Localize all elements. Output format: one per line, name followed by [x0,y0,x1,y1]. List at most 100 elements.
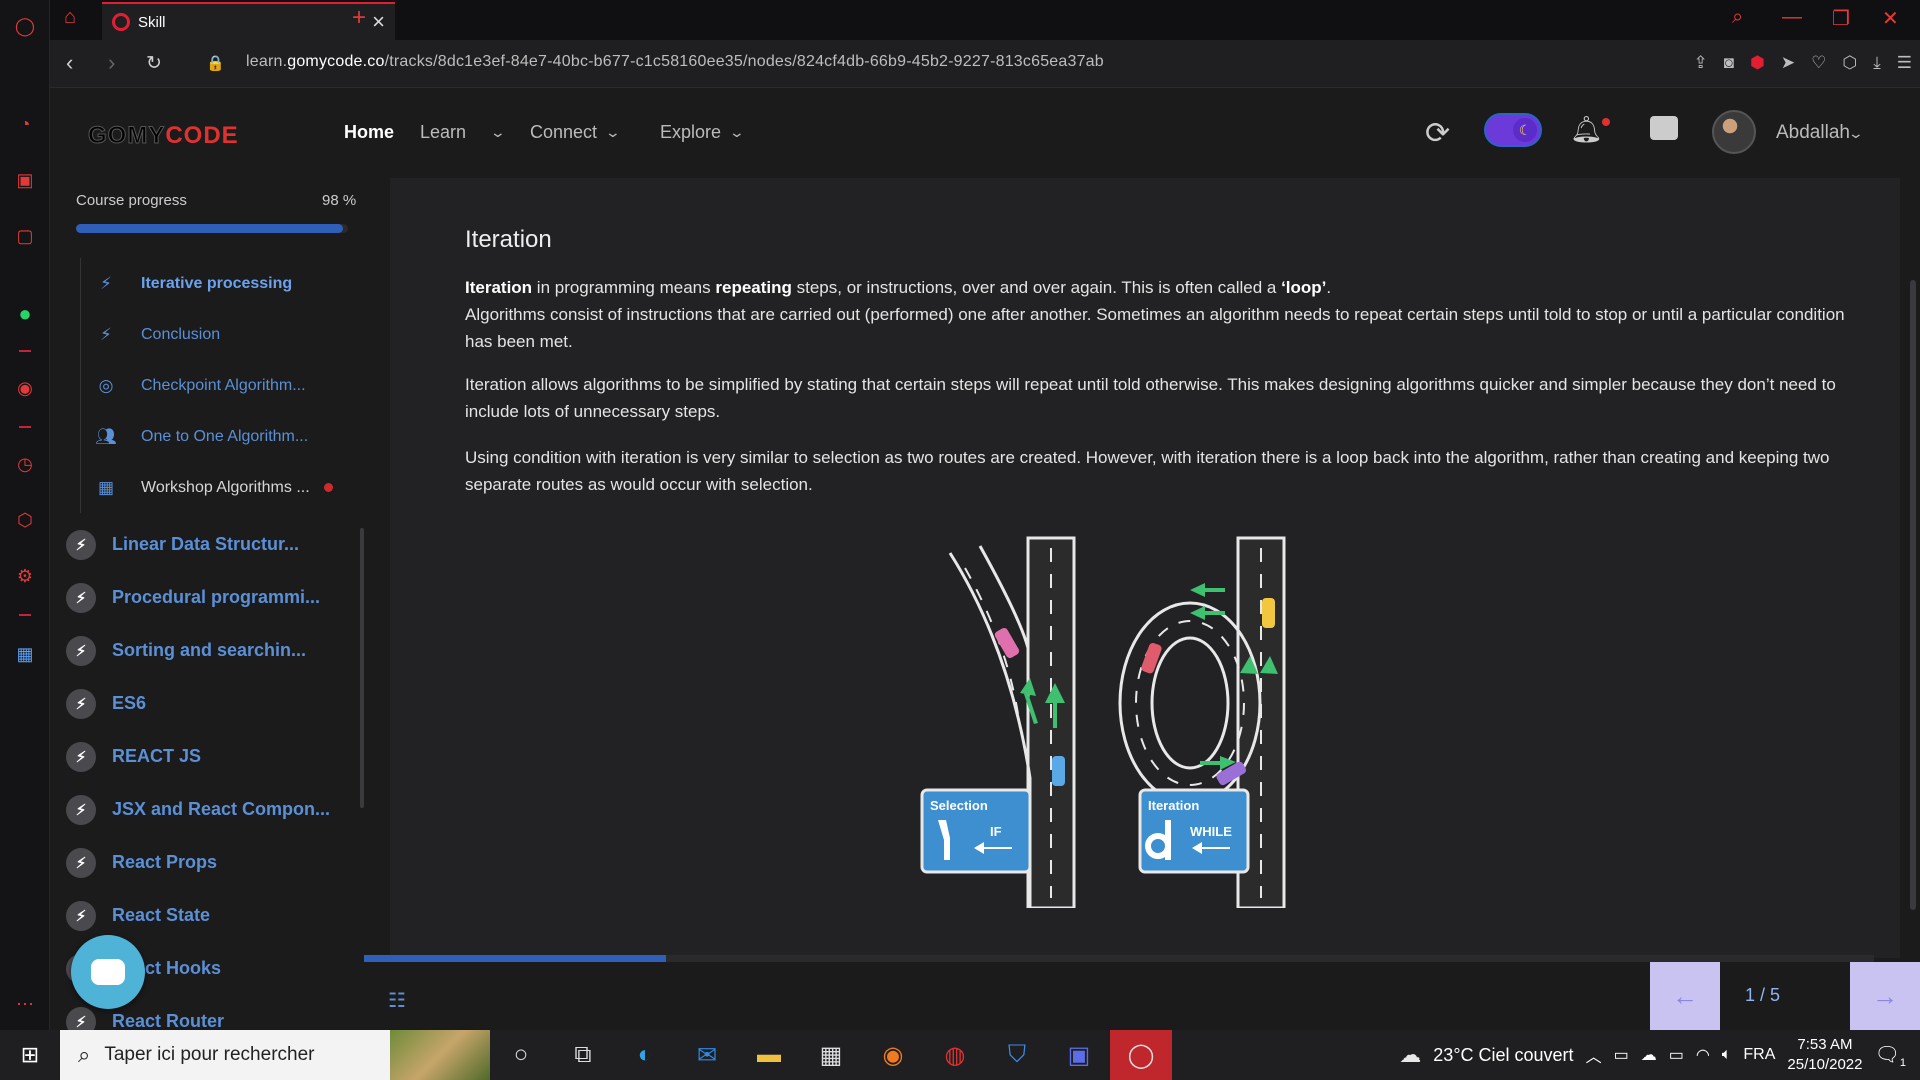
logo-main-text: GOMY [87,122,166,150]
store-icon[interactable]: ▦ [800,1030,862,1080]
module-item[interactable]: ⚡︎ Linear Data Structur... [66,518,356,571]
task-view-icon[interactable]: ⧉ [552,1030,614,1080]
downloads-icon[interactable]: ⤓ [1873,53,1881,73]
lesson-item-iterative-processing[interactable]: ⚡︎ Iterative processing [81,258,350,309]
nav-explore[interactable]: Explore ⌄ [660,122,746,143]
bolt-icon: ⚡︎ [66,1006,96,1030]
selection-sign: Selection IF [920,788,1032,874]
module-item[interactable]: ⚡︎ ES6 [66,677,356,730]
opera-taskbar-icon[interactable]: ◯ [1110,1030,1172,1080]
selection-sign-title: Selection [930,798,988,813]
user-menu[interactable]: Abdallah⌄ [1776,122,1864,144]
moon-icon: ☾ [1513,118,1537,142]
nav-explore-label: Explore [660,122,722,142]
share-icon[interactable]: ⇪ [1694,53,1708,73]
bookmark-heart-icon[interactable]: ♡ [1811,53,1826,73]
wifi-icon[interactable]: ◠ [1696,1045,1710,1065]
text: Algorithms consist of instructions that … [465,305,1845,351]
briefcase-icon[interactable]: ▣ [13,168,37,192]
forward-icon[interactable]: › [108,50,115,76]
nav-home[interactable]: Home [344,122,394,143]
player-icon[interactable]: ◉ [13,376,37,400]
lesson-item-one-to-one[interactable]: 👥︎ One to One Algorithm... [81,411,350,462]
volume-icon[interactable]: 🔈︎ [1722,1046,1732,1064]
language-indicator[interactable]: FRA [1743,1046,1775,1064]
notification-center-icon[interactable]: 🗨︎1 [1874,1042,1906,1069]
module-item[interactable]: ⚡︎ Sorting and searchin... [66,624,356,677]
file-explorer-icon[interactable]: ▬ [738,1030,800,1080]
lesson-item-checkpoint[interactable]: ◎ Checkpoint Algorithm... [81,360,350,411]
next-slide-button[interactable]: → [1850,962,1920,1030]
nav-learn[interactable]: Learn ⌄ [420,122,507,143]
text: steps, or instructions, over and over ag… [791,278,1282,297]
content-scrollbar[interactable] [1910,280,1916,910]
course-progress-bar [76,224,348,233]
snapshot-camera-icon[interactable]: ◙ [1724,53,1734,73]
user-name: Abdallah [1776,122,1850,143]
restore-icon[interactable]: ❐ [1832,6,1850,31]
settings-gear-icon[interactable]: ⚙ [13,564,37,588]
module-item[interactable]: ⚡︎ JSX and React Compon... [66,783,356,836]
sync-icon[interactable]: ⟳ [1425,116,1450,151]
module-item[interactable]: ⚡︎ Procedural programmi... [66,571,356,624]
url-domain: gomycode.co [287,53,385,70]
weather-text[interactable]: 23°C Ciel couvert [1433,1045,1573,1066]
support-chat-button[interactable] [71,935,145,1009]
clock[interactable]: 7:53 AM 25/10/2022 [1787,1035,1862,1075]
previous-slide-button[interactable]: ← [1650,962,1720,1030]
bolt-icon: ⚡︎ [100,273,112,293]
cortana-icon[interactable]: ○ [490,1030,552,1080]
chevron-down-icon: ⌄ [489,124,507,140]
close-tab-icon[interactable]: × [372,9,385,35]
site-header: GOMYCODE Home Learn ⌄ Connect ⌄ Explore ⌄ ⟳… [50,88,1920,178]
send-icon[interactable]: ➤ [1781,53,1795,73]
table-of-contents-icon[interactable]: ☷ [388,988,406,1013]
minimize-icon[interactable]: — [1782,6,1802,29]
opera-gx-icon[interactable]: ◍ [924,1030,986,1080]
sidebar-scrollbar[interactable] [360,528,364,808]
avatar[interactable] [1712,110,1756,154]
mail-icon[interactable]: ✉ [676,1030,738,1080]
search-tabs-icon[interactable]: ⌕ [1732,6,1743,29]
gomycode-logo[interactable]: GOMYCODE [87,122,239,150]
history-icon[interactable]: ◷ [13,452,37,476]
battery-icon[interactable]: ▭ [1669,1045,1684,1065]
firefox-icon[interactable]: ◉ [862,1030,924,1080]
reload-icon[interactable]: ↻ [146,52,162,75]
whatsapp-icon[interactable]: ● [13,301,37,326]
easy-setup-icon[interactable]: ☰ [1897,53,1912,73]
back-icon[interactable]: ‹ [66,50,73,76]
module-item[interactable]: ⚡︎ REACT JS [66,730,356,783]
edge-icon[interactable]: ◐ [614,1030,676,1080]
adblock-shield-icon[interactable]: ⬢ [1750,53,1765,73]
security-shield-icon[interactable]: ⛉ [986,1030,1048,1080]
chevron-up-icon[interactable]: ︿ [1586,1043,1602,1067]
new-tab-icon[interactable]: + [352,4,366,32]
translate-icon[interactable]: ▦ [13,642,37,666]
chevron-down-icon: ⌄ [728,124,746,140]
onedrive-icon[interactable]: ☁ [1641,1045,1657,1065]
close-window-icon[interactable]: ✕ [1882,6,1899,31]
extensions-icon[interactable]: ⬡ [1842,53,1857,73]
taskbar-search-input[interactable]: ⌕ Taper ici pour rechercher [60,1030,490,1080]
workspace-icon[interactable]: ⌂ [64,6,76,29]
twitch-icon[interactable]: ▢ [13,224,37,248]
more-options-icon[interactable]: ⋯ [13,992,37,1016]
teams-icon[interactable]: ▣ [1048,1030,1110,1080]
module-label: ES6 [112,693,147,713]
nav-connect[interactable]: Connect ⌄ [530,122,621,143]
meet-now-icon[interactable]: ▭ [1614,1045,1629,1065]
messages-icon[interactable] [1650,116,1678,140]
lesson-content: Iteration Iteration in programming means… [390,178,1900,958]
lesson-item-workshop[interactable]: ▦ Workshop Algorithms ... [81,462,350,513]
lesson-item-conclusion[interactable]: ⚡︎ Conclusion [81,309,350,360]
tab-title: Skill [138,13,166,31]
start-windows-icon[interactable]: ⊞ [0,1030,60,1080]
extensions-cube-icon[interactable]: ⬡ [13,508,37,532]
url-field[interactable]: learn.gomycode.co/tracks/8dc1e3ef-84e7-4… [246,53,1104,71]
notifications-bell-icon[interactable]: 🔔︎ [1570,114,1603,145]
module-item[interactable]: ⚡︎ React Props [66,836,356,889]
speed-dial-icon[interactable]: ◔ [13,112,37,136]
opera-logo-icon[interactable]: ◯ [13,14,37,38]
dark-mode-toggle[interactable]: ☾ [1484,113,1542,147]
